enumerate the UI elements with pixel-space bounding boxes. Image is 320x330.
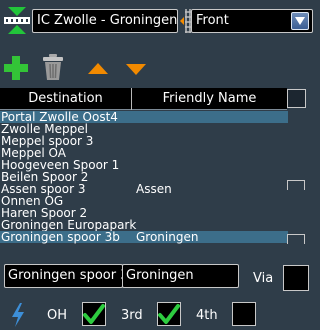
- move-down-button[interactable]: [124, 60, 148, 78]
- delete-icon: [43, 54, 63, 80]
- row-checkbox[interactable]: [287, 180, 305, 190]
- fourth-rail-checkbox[interactable]: [232, 302, 256, 326]
- direction-value: Front: [196, 13, 229, 28]
- checkmark-icon: [83, 304, 105, 324]
- move-up-icon: [88, 63, 108, 74]
- checkmark-icon: [158, 304, 180, 324]
- via-label: Via: [253, 271, 274, 286]
- add-button[interactable]: [3, 55, 29, 81]
- oh-checkbox[interactable]: [82, 302, 106, 326]
- dropdown-arrow-icon[interactable]: [291, 12, 309, 30]
- header-checkbox[interactable]: [287, 89, 306, 108]
- friendly-name-field[interactable]: Groningen: [122, 264, 239, 288]
- destination-list[interactable]: Portal Zwolle Oost4 Zwolle Meppel Meppel…: [0, 111, 288, 256]
- third-rail-checkbox[interactable]: [157, 302, 181, 326]
- train-select[interactable]: IC Zwolle - Groningen: [32, 9, 178, 33]
- move-down-icon: [126, 64, 146, 75]
- delete-button[interactable]: [40, 53, 66, 81]
- column-destination[interactable]: Destination: [0, 88, 132, 110]
- list-item[interactable]: Groningen spoor 3b Groningen: [0, 231, 288, 243]
- oh-label: OH: [47, 308, 68, 323]
- friendly-name-cell: Groningen: [136, 230, 199, 244]
- direction-select[interactable]: Front: [191, 9, 313, 33]
- destination-cell: Groningen spoor 3b: [1, 230, 120, 244]
- lightning-icon: [9, 302, 27, 328]
- move-up-button[interactable]: [86, 60, 110, 78]
- table-header: Destination Friendly Name: [0, 88, 287, 110]
- row-checkbox[interactable]: [287, 234, 305, 244]
- third-rail-label: 3rd: [121, 308, 143, 323]
- fourth-rail-label: 4th: [196, 308, 218, 323]
- train-length-icon[interactable]: [2, 4, 32, 38]
- via-checkbox[interactable]: [283, 265, 309, 291]
- friendly-name-cell: Assen: [136, 182, 172, 196]
- add-icon: [4, 56, 28, 80]
- column-friendly-name[interactable]: Friendly Name: [132, 88, 287, 110]
- destination-field[interactable]: Groningen spoor 3b: [4, 264, 123, 288]
